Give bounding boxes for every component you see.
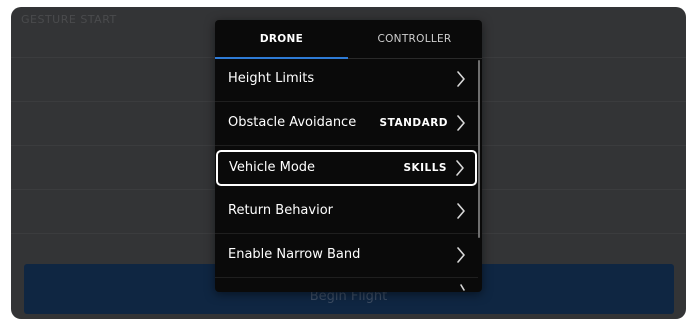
settings-scrollbar[interactable] bbox=[478, 60, 480, 238]
setting-row-vehicle-mode[interactable]: Vehicle Mode SKILLS bbox=[216, 150, 477, 186]
setting-value: STANDARD bbox=[379, 117, 448, 129]
chevron-right-icon bbox=[457, 115, 465, 131]
settings-panel: DRONE CONTROLLER Height Limits Obstacle … bbox=[215, 20, 482, 292]
setting-row-return-behavior[interactable]: Return Behavior bbox=[215, 190, 478, 234]
setting-value: SKILLS bbox=[403, 162, 447, 174]
chevron-right-icon bbox=[457, 203, 465, 219]
background-title: GESTURE START bbox=[21, 13, 117, 26]
setting-label: Height Limits bbox=[228, 71, 315, 86]
setting-label: Vehicle Mode bbox=[229, 160, 316, 175]
setting-label: Obstacle Avoidance bbox=[228, 115, 357, 130]
chevron-right-icon bbox=[460, 284, 465, 291]
chevron-right-icon bbox=[457, 71, 465, 87]
settings-list: Height Limits Obstacle Avoidance STANDAR… bbox=[215, 58, 482, 292]
settings-tabs: DRONE CONTROLLER bbox=[215, 20, 482, 59]
tab-controller-label: CONTROLLER bbox=[377, 33, 452, 45]
tab-controller[interactable]: CONTROLLER bbox=[348, 20, 481, 58]
setting-label: Return Behavior bbox=[228, 203, 333, 218]
setting-row-height-limits[interactable]: Height Limits bbox=[215, 58, 478, 102]
tab-drone[interactable]: DRONE bbox=[215, 20, 348, 59]
chevron-right-icon bbox=[456, 160, 464, 176]
setting-label: Enable Narrow Band bbox=[228, 247, 361, 262]
chevron-right-icon bbox=[457, 247, 465, 263]
tab-drone-label: DRONE bbox=[259, 33, 304, 45]
setting-row-obstacle-avoidance[interactable]: Obstacle Avoidance STANDARD bbox=[215, 102, 478, 146]
setting-row-enable-narrow-band[interactable]: Enable Narrow Band bbox=[215, 234, 478, 278]
